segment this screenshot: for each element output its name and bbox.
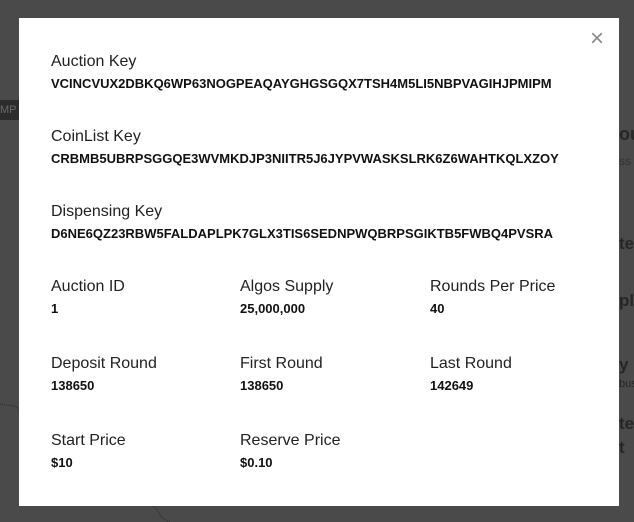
deposit-round-label: Deposit Round	[51, 355, 157, 372]
first-round-value: 138650	[240, 378, 284, 393]
rounds-per-price-value: 40	[430, 301, 445, 316]
last-round-label: Last Round	[430, 355, 512, 372]
background-text: te	[619, 234, 634, 253]
dispensing-key-section: Dispensing Key D6NE6QZ23RBW5FALDAPLPK7GL…	[51, 202, 553, 243]
coinlist-key-value: CRBMB5UBRPSGGQE3WVMKDJP3NIITR5J6JYPVWASK…	[51, 151, 559, 166]
dispensing-key-label: Dispensing Key	[51, 203, 163, 220]
auction-details-modal: × Auction Key VCINCVUX2DBKQ6WP63NOGPEAQA…	[19, 18, 619, 506]
background-text: te	[619, 414, 634, 433]
background-chip: MP	[0, 100, 20, 120]
algos-supply-value: 25,000,000	[240, 301, 306, 316]
start-price-label: Start Price	[51, 432, 126, 449]
background-text: t	[619, 438, 625, 457]
deposit-round-field: Deposit Round 138650	[51, 354, 231, 395]
background-text: bus	[619, 378, 634, 390]
rounds-per-price-label: Rounds Per Price	[430, 278, 556, 295]
last-round-field: Last Round 142649	[430, 354, 610, 395]
reserve-price-label: Reserve Price	[240, 432, 341, 449]
auction-key-value: VCINCVUX2DBKQ6WP63NOGPEAQAYGHGSGQX7TSH4M…	[51, 76, 552, 91]
auction-key-section: Auction Key VCINCVUX2DBKQ6WP63NOGPEAQAYG…	[51, 52, 552, 93]
reserve-price-value: $0.10	[240, 455, 273, 470]
auction-id-label: Auction ID	[51, 278, 125, 295]
auction-id-value: 1	[51, 301, 59, 316]
dispensing-key-value: D6NE6QZ23RBW5FALDAPLPK7GLX3TIS6SEDNPWQBR…	[51, 226, 554, 241]
first-round-field: First Round 138650	[240, 354, 420, 395]
first-round-label: First Round	[240, 355, 323, 372]
algos-supply-label: Algos Supply	[240, 278, 334, 295]
coinlist-key-label: CoinList Key	[51, 128, 141, 145]
deposit-round-value: 138650	[51, 378, 95, 393]
auction-id-field: Auction ID 1	[51, 277, 231, 318]
auction-key-label: Auction Key	[51, 53, 137, 70]
coinlist-key-section: CoinList Key CRBMB5UBRPSGGQE3WVMKDJP3NII…	[51, 127, 559, 168]
reserve-price-field: Reserve Price $0.10	[240, 431, 420, 472]
background-text: y	[619, 355, 629, 374]
last-round-value: 142649	[430, 378, 474, 393]
start-price-value: $10	[51, 455, 73, 470]
algos-supply-field: Algos Supply 25,000,000	[240, 277, 420, 318]
background-text: ple	[619, 291, 634, 310]
start-price-field: Start Price $10	[51, 431, 231, 472]
close-icon[interactable]: ×	[587, 26, 607, 52]
rounds-per-price-field: Rounds Per Price 40	[430, 277, 610, 318]
background-text: ss	[619, 154, 631, 168]
background-text: ou	[619, 124, 634, 144]
